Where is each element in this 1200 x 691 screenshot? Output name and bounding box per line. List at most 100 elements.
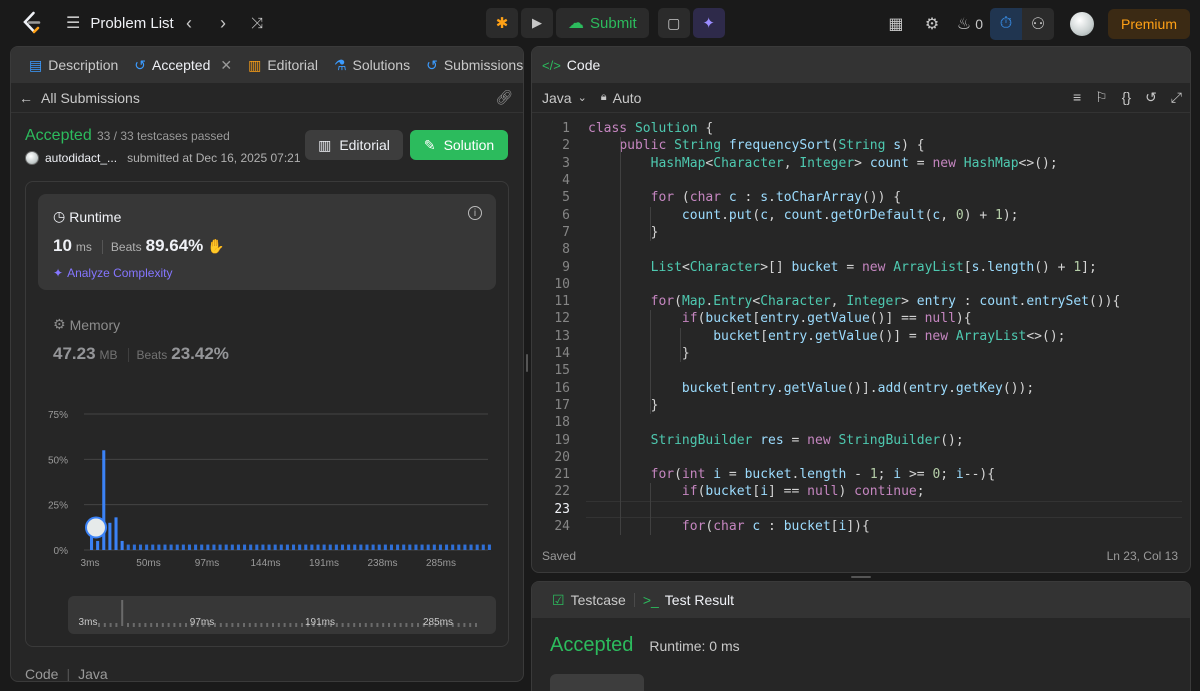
distribution-bar[interactable] — [230, 544, 234, 550]
distribution-bar[interactable] — [475, 544, 479, 550]
distribution-bar[interactable] — [120, 540, 124, 550]
tab-submissions[interactable]: ↺ Submissions — [418, 47, 523, 83]
distribution-bar[interactable] — [108, 522, 112, 550]
bookmark-icon[interactable]: ⚐ — [1095, 89, 1108, 106]
distribution-bar[interactable] — [255, 544, 259, 550]
distribution-bar[interactable] — [445, 544, 449, 550]
distribution-bar[interactable] — [402, 544, 406, 550]
distribution-bar[interactable] — [414, 544, 418, 550]
problem-list-link[interactable]: ☰ Problem List — [66, 13, 174, 33]
distribution-bar[interactable] — [138, 544, 143, 550]
distribution-bar[interactable] — [96, 540, 100, 550]
ai-button[interactable]: ✦ — [692, 8, 725, 38]
case-button[interactable] — [550, 674, 644, 691]
editorial-button[interactable]: ▥ Editorial — [305, 130, 403, 160]
tab-testcase[interactable]: ☑ Testcase — [544, 582, 634, 618]
gear-icon[interactable]: ⚙ — [914, 14, 950, 34]
distribution-bar[interactable] — [200, 544, 204, 550]
distribution-bar[interactable] — [194, 544, 198, 550]
debug-button[interactable]: ✱ — [486, 8, 518, 38]
distribution-bar[interactable] — [267, 544, 271, 550]
distribution-bar[interactable] — [438, 544, 442, 550]
analyze-complexity-link[interactable]: ✦ Analyze Complexity — [53, 266, 172, 280]
auto-mode[interactable]: 🔒︎ Auto — [601, 90, 642, 106]
distribution-bar[interactable] — [206, 544, 210, 550]
distribution-bar[interactable] — [457, 544, 461, 550]
format-icon[interactable]: ≡ — [1073, 89, 1081, 106]
shuffle-icon[interactable]: ⤨ — [246, 11, 268, 35]
distribution-bar[interactable] — [396, 544, 400, 550]
distribution-bar[interactable] — [157, 544, 161, 550]
distribution-bar[interactable] — [175, 544, 179, 550]
distribution-bar[interactable] — [310, 544, 314, 550]
distribution-bar[interactable] — [340, 544, 345, 550]
your-submission-marker[interactable] — [85, 516, 107, 539]
distribution-bar[interactable] — [469, 544, 473, 550]
distribution-bar[interactable] — [481, 544, 485, 550]
all-submissions-link[interactable]: ← All Submissions — [19, 90, 140, 106]
timer-icon[interactable]: ⏱ — [989, 8, 1022, 40]
distribution-bar[interactable] — [359, 544, 363, 550]
distribution-bar[interactable] — [132, 544, 136, 550]
distribution-bar[interactable] — [285, 544, 289, 550]
tab-solutions[interactable]: ⚗ Solutions — [326, 47, 418, 83]
distribution-bar[interactable] — [316, 544, 320, 550]
distribution-bar[interactable] — [408, 544, 412, 550]
braces-icon[interactable]: {} — [1122, 89, 1131, 106]
tab-accepted[interactable]: ↺ Accepted ✕ — [126, 47, 240, 83]
add-user-icon[interactable]: ⚇ — [1021, 8, 1054, 40]
distribution-bar[interactable] — [426, 544, 430, 550]
distribution-bar[interactable] — [353, 544, 357, 550]
distribution-bar[interactable] — [243, 544, 247, 550]
tab-editorial[interactable]: ▥ Editorial — [240, 47, 326, 83]
code-editor[interactable]: 1 class Solution {2 public String frequen… — [532, 115, 1190, 536]
distribution-bar[interactable] — [279, 544, 283, 550]
tab-test-result[interactable]: >_ Test Result — [635, 582, 742, 618]
distribution-bar[interactable] — [365, 544, 369, 550]
distribution-bar[interactable] — [261, 544, 265, 550]
distribution-bar[interactable] — [432, 544, 436, 550]
distribution-bar[interactable] — [292, 544, 296, 550]
distribution-bar[interactable] — [126, 544, 130, 550]
next-problem-icon[interactable]: › — [212, 11, 234, 35]
submit-button[interactable]: ☁ Submit — [556, 8, 649, 38]
info-icon[interactable]: i — [468, 206, 482, 220]
distribution-bar[interactable] — [328, 544, 332, 550]
distribution-bar[interactable] — [371, 544, 375, 550]
run-button[interactable]: ▶ — [521, 8, 553, 38]
distribution-bar[interactable] — [322, 544, 326, 550]
panel-resize-handle[interactable] — [851, 576, 871, 578]
distribution-bar[interactable] — [383, 544, 387, 550]
distribution-bar[interactable] — [181, 544, 185, 550]
user-avatar[interactable] — [1069, 12, 1094, 36]
distribution-bar[interactable] — [347, 544, 351, 550]
runtime-card[interactable]: ◷ Runtime i 10 ms Beats 89.64% ✋ ✦ Analy… — [38, 194, 496, 290]
distribution-bar[interactable] — [236, 544, 240, 550]
username[interactable]: autodidact_... — [45, 151, 117, 165]
fullscreen-icon[interactable]: ⤢ — [1171, 89, 1182, 106]
distribution-bar[interactable] — [114, 517, 118, 550]
distribution-bar[interactable] — [169, 544, 173, 550]
solution-button[interactable]: ✎ Solution — [410, 130, 508, 160]
premium-button[interactable]: Premium — [1107, 9, 1190, 39]
distribution-bar[interactable] — [487, 544, 491, 550]
close-tab-icon[interactable]: ✕ — [220, 57, 232, 74]
memory-title[interactable]: ⚙ Memory — [53, 316, 120, 333]
tab-description[interactable]: ▤ Description — [21, 47, 126, 83]
distribution-bar[interactable] — [451, 544, 455, 550]
range-scrubber[interactable]: 3ms 97ms 191ms 285ms — [68, 596, 496, 634]
runtime-distribution-chart[interactable]: 75% 50% 25% 0% 3ms 50ms 97ms 144ms 191ms 238ms 285… — [26, 394, 510, 584]
leetcode-logo-icon[interactable] — [20, 11, 44, 35]
distribution-bar[interactable] — [249, 544, 253, 550]
distribution-bar[interactable] — [273, 544, 277, 550]
distribution-bar[interactable] — [298, 544, 302, 550]
notes-button[interactable]: ▢ — [657, 8, 690, 38]
distribution-bar[interactable] — [163, 544, 167, 550]
distribution-bar[interactable] — [212, 544, 216, 550]
distribution-bar[interactable] — [389, 544, 393, 550]
distribution-bar[interactable] — [145, 544, 149, 550]
streak-counter[interactable]: ♨ 0 — [950, 14, 990, 34]
prev-problem-icon[interactable]: ‹ — [178, 11, 200, 35]
distribution-bar[interactable] — [304, 544, 308, 550]
distribution-bar[interactable] — [151, 544, 155, 550]
